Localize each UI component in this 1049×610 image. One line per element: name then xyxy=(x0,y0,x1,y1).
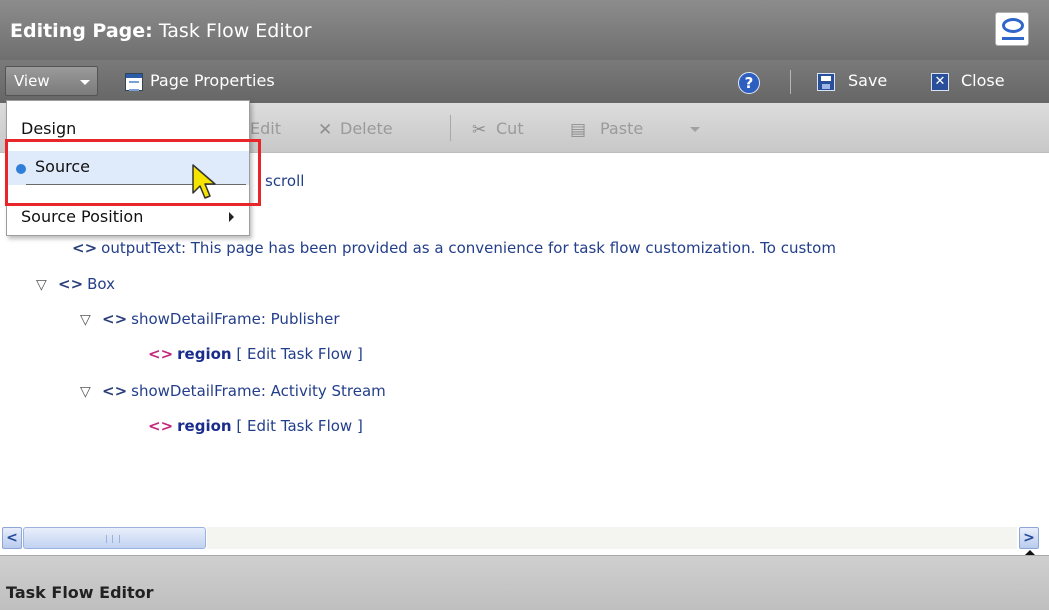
scrollbar-thumb[interactable] xyxy=(23,527,206,549)
component-tag-icon: <> xyxy=(58,275,84,293)
menu-item-label: Source Position xyxy=(21,207,144,226)
region-label: region xyxy=(177,345,232,363)
highlight-box xyxy=(5,139,261,206)
chevron-down-icon xyxy=(80,80,90,85)
page-properties-button[interactable]: Page Properties xyxy=(150,71,275,90)
box-label: Box xyxy=(87,275,116,293)
scrollbar-track[interactable] xyxy=(207,527,1017,549)
oracle-logo-icon xyxy=(995,12,1029,46)
close-icon[interactable]: ✕ xyxy=(931,73,949,91)
region-tag-icon: <> xyxy=(148,417,174,435)
edit-toolbar-divider xyxy=(450,115,451,141)
close-button[interactable]: Close xyxy=(961,71,1005,90)
toolbar-divider xyxy=(790,70,791,94)
chevron-down-icon[interactable] xyxy=(690,127,700,132)
title-bar: Editing Page: Task Flow Editor xyxy=(0,0,1049,60)
bottom-panel: Task Flow Editor xyxy=(0,555,1049,610)
component-tag-icon: <> xyxy=(102,310,128,328)
edit-task-flow-link[interactable]: [ Edit Task Flow ] xyxy=(236,345,362,363)
scroll-left-icon[interactable]: < xyxy=(2,527,22,549)
expand-toggle-icon[interactable]: ▽ xyxy=(80,384,91,400)
chevron-right-icon xyxy=(229,212,234,222)
help-icon[interactable]: ? xyxy=(738,72,760,94)
save-button[interactable]: Save xyxy=(848,71,887,90)
tree-node-frame-publisher[interactable]: <> showDetailFrame: Publisher xyxy=(102,310,340,328)
paste-icon[interactable]: ▤ xyxy=(570,120,586,140)
cut-icon[interactable]: ✂ xyxy=(472,120,486,140)
scroll-right-icon[interactable]: > xyxy=(1019,527,1039,549)
main-toolbar: View Page Properties ? Save ✕ Close xyxy=(0,60,1049,103)
page-title: Editing Page: Task Flow Editor xyxy=(10,20,312,42)
delete-button[interactable]: Delete xyxy=(340,119,393,138)
menu-item-label: Design xyxy=(21,119,77,138)
edit-task-flow-link[interactable]: [ Edit Task Flow ] xyxy=(236,417,362,435)
frame-label: showDetailFrame: Publisher xyxy=(131,310,340,328)
page-properties-icon[interactable] xyxy=(125,73,143,91)
output-text-label: outputText: This page has been provided … xyxy=(101,239,836,257)
expand-toggle-icon[interactable]: ▽ xyxy=(36,277,47,293)
component-tag-icon: <> xyxy=(72,239,98,257)
tree-node-box[interactable]: <> Box xyxy=(58,275,115,293)
component-tag-icon: <> xyxy=(102,382,128,400)
region-tag-icon: <> xyxy=(148,345,174,363)
mouse-cursor-icon xyxy=(192,164,216,199)
delete-icon[interactable]: ✕ xyxy=(318,120,332,140)
region-label: region xyxy=(177,417,232,435)
view-label: View xyxy=(14,72,50,90)
title-prefix: Editing Page: xyxy=(10,20,153,42)
horizontal-scrollbar[interactable]: < > xyxy=(0,525,1049,556)
tree-node-region-activity-stream[interactable]: <> region [ Edit Task Flow ] xyxy=(148,417,363,435)
save-icon[interactable] xyxy=(817,73,835,91)
view-menu-button[interactable]: View xyxy=(5,66,98,96)
bottom-panel-title: Task Flow Editor xyxy=(6,583,154,602)
expand-toggle-icon[interactable]: ▽ xyxy=(80,312,91,328)
cut-button[interactable]: Cut xyxy=(496,119,524,138)
paste-button[interactable]: Paste xyxy=(600,119,643,138)
edit-button[interactable]: Edit xyxy=(250,119,281,138)
title-name: Task Flow Editor xyxy=(158,20,312,42)
tree-node-frame-activity-stream[interactable]: <> showDetailFrame: Activity Stream xyxy=(102,382,386,400)
tree-partial-label: scroll xyxy=(265,172,305,190)
frame-label: showDetailFrame: Activity Stream xyxy=(131,382,386,400)
tree-node-region-publisher[interactable]: <> region [ Edit Task Flow ] xyxy=(148,345,363,363)
tree-node-output-text[interactable]: <> outputText: This page has been provide… xyxy=(72,239,836,257)
